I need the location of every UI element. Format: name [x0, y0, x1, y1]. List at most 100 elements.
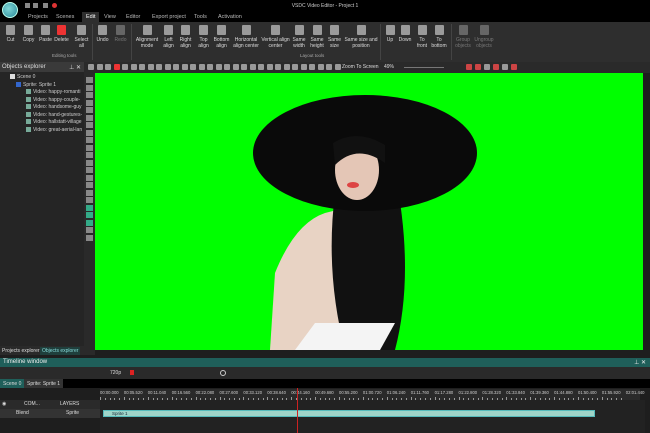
menu-editor[interactable]: Editor	[126, 14, 140, 20]
undo-button[interactable]: Undo	[94, 25, 111, 44]
group-objects-button[interactable]: Group objects	[453, 25, 473, 49]
toolbar-tool-icon[interactable]	[190, 64, 196, 70]
draw-tool-icon[interactable]	[86, 189, 93, 196]
save-icon[interactable]	[33, 3, 38, 8]
toolbar-tool-icon[interactable]	[292, 64, 298, 70]
pin-close-icon[interactable]: ⊥ ✕	[634, 359, 646, 366]
menu-projects[interactable]: Projects	[28, 14, 48, 20]
horizontal-align-center-button[interactable]: Horizontal align center	[231, 25, 261, 49]
play-icon[interactable]	[130, 370, 134, 375]
toolbar-view-icon[interactable]	[484, 64, 490, 70]
tab-scene[interactable]: Scene 0	[0, 379, 25, 388]
toolbar-tool-icon[interactable]	[130, 64, 137, 70]
tree-video-item[interactable]: Video: hand-gestures-	[26, 112, 84, 118]
tree-sprite[interactable]: Sprite: Sprite 1	[16, 82, 84, 88]
draw-tool-icon[interactable]	[86, 159, 93, 166]
resolution-select[interactable]: 720p	[110, 370, 121, 376]
tab-sprite[interactable]: Sprite: Sprite 1	[24, 379, 64, 388]
delete-button[interactable]: Delete	[53, 25, 70, 44]
cut-button[interactable]: Cut	[2, 25, 19, 44]
draw-tool-icon[interactable]	[86, 84, 93, 91]
draw-tool-icon[interactable]	[86, 107, 93, 113]
zoom-mode[interactable]: Zoom To Screen	[342, 64, 379, 70]
toolbar-tool-icon[interactable]	[241, 64, 247, 70]
select-all-button[interactable]: Select all	[73, 25, 90, 49]
toolbar-tool-icon[interactable]	[232, 64, 239, 70]
toolbar-tool-icon[interactable]	[224, 64, 230, 70]
tree-video-item[interactable]: Video: handsome-guy	[26, 104, 84, 110]
menu-edit[interactable]: Edit	[82, 12, 100, 22]
tree-scene[interactable]: Scene 0	[10, 74, 84, 80]
toolbar-tool-icon[interactable]	[164, 64, 171, 70]
pin-close-icon[interactable]: ⊥ ✕	[69, 64, 81, 71]
toolbar-tool-icon[interactable]	[207, 64, 213, 70]
same-width-button[interactable]: Same width	[290, 25, 308, 49]
draw-tool-icon[interactable]	[86, 122, 93, 128]
tree-video-item[interactable]: Video: happy-couple-	[26, 97, 84, 103]
toolbar-tool-icon[interactable]	[113, 64, 120, 70]
toolbar-tool-icon[interactable]	[300, 64, 307, 70]
draw-tool-icon[interactable]	[86, 174, 93, 181]
toolbar-tool-icon[interactable]	[215, 64, 222, 70]
ungroup-objects-button[interactable]: Ungroup objects	[474, 25, 494, 49]
app-logo[interactable]	[2, 2, 18, 18]
toolbar-tool-icon[interactable]	[96, 64, 103, 70]
toolbar-tool-icon[interactable]	[266, 64, 273, 70]
draw-tool-icon[interactable]	[86, 144, 93, 151]
draw-tool-icon[interactable]	[86, 197, 93, 203]
draw-tool-icon[interactable]	[86, 152, 93, 158]
right-align-button[interactable]: Right align	[177, 25, 194, 49]
sprite-layer-row[interactable]: Blend Sprite	[0, 409, 100, 418]
tree-video-item[interactable]: Video: great-aerial-lan	[26, 127, 84, 133]
toolbar-tool-icon[interactable]	[258, 64, 264, 70]
paste-button[interactable]: Paste	[37, 25, 54, 44]
bottom-align-button[interactable]: Bottom align	[212, 25, 231, 49]
tab-projects-explorer[interactable]: Projects explorer	[0, 347, 42, 355]
down-button[interactable]: Down	[397, 25, 413, 44]
up-button[interactable]: Up	[382, 25, 398, 44]
new-icon[interactable]	[25, 3, 30, 8]
record-icon[interactable]	[52, 3, 57, 8]
draw-tool-icon[interactable]	[86, 227, 93, 233]
copy-button[interactable]: Copy	[20, 25, 37, 44]
draw-tool-icon[interactable]	[86, 212, 93, 218]
toolbar-tool-icon[interactable]	[122, 64, 128, 70]
alignment-mode-button[interactable]: Alignment mode	[134, 25, 160, 49]
draw-tool-icon[interactable]	[86, 182, 93, 188]
toolbar-tool-icon[interactable]	[317, 64, 324, 70]
zoom-slider[interactable]	[404, 67, 444, 68]
top-align-button[interactable]: Top align	[195, 25, 212, 49]
same-height-button[interactable]: Same height	[308, 25, 326, 49]
clock-icon[interactable]	[220, 370, 226, 376]
same-size-and-position-button[interactable]: Same size and position	[343, 25, 379, 49]
sprite-clip[interactable]: Sprite 1	[103, 410, 595, 417]
toolbar-tool-icon[interactable]	[88, 64, 94, 70]
draw-tool-icon[interactable]	[86, 219, 93, 226]
toolbar-tool-icon[interactable]	[334, 64, 341, 70]
draw-tool-icon[interactable]	[86, 129, 93, 136]
toolbar-tool-icon[interactable]	[173, 64, 179, 70]
timeline-ruler[interactable]: 00:00.000 00:05.520 00:11.040 00:16.560 00:2…	[100, 389, 644, 400]
zoom-value[interactable]: 49%	[384, 64, 394, 70]
vertical-align-center-button[interactable]: Vertical align center	[261, 25, 290, 49]
draw-tool-icon[interactable]	[86, 167, 93, 173]
toolbar-tool-icon[interactable]	[326, 64, 332, 70]
menu-activation[interactable]: Activation	[218, 14, 242, 20]
toolbar-tool-icon[interactable]	[147, 64, 154, 70]
toolbar-tool-icon[interactable]	[309, 64, 315, 70]
toolbar-tool-icon[interactable]	[181, 64, 188, 70]
draw-tool-icon[interactable]	[86, 77, 93, 83]
playhead[interactable]	[297, 388, 298, 433]
toolbar-tool-icon[interactable]	[156, 64, 162, 70]
draw-tool-icon[interactable]	[86, 204, 93, 211]
toolbar-tool-icon[interactable]	[198, 64, 205, 70]
tree-video-item[interactable]: Video: happy-romanti	[26, 89, 84, 95]
toolbar-view-icon[interactable]	[511, 64, 517, 70]
toolbar-view-icon[interactable]	[502, 64, 508, 70]
menu-view[interactable]: View	[104, 14, 116, 20]
draw-tool-icon[interactable]	[86, 92, 93, 98]
menu-scenes[interactable]: Scenes	[56, 14, 74, 20]
menu-tools[interactable]: Tools	[194, 14, 207, 20]
toolbar-view-icon[interactable]	[493, 64, 499, 70]
tab-objects-explorer[interactable]: Objects explorer	[40, 347, 81, 355]
